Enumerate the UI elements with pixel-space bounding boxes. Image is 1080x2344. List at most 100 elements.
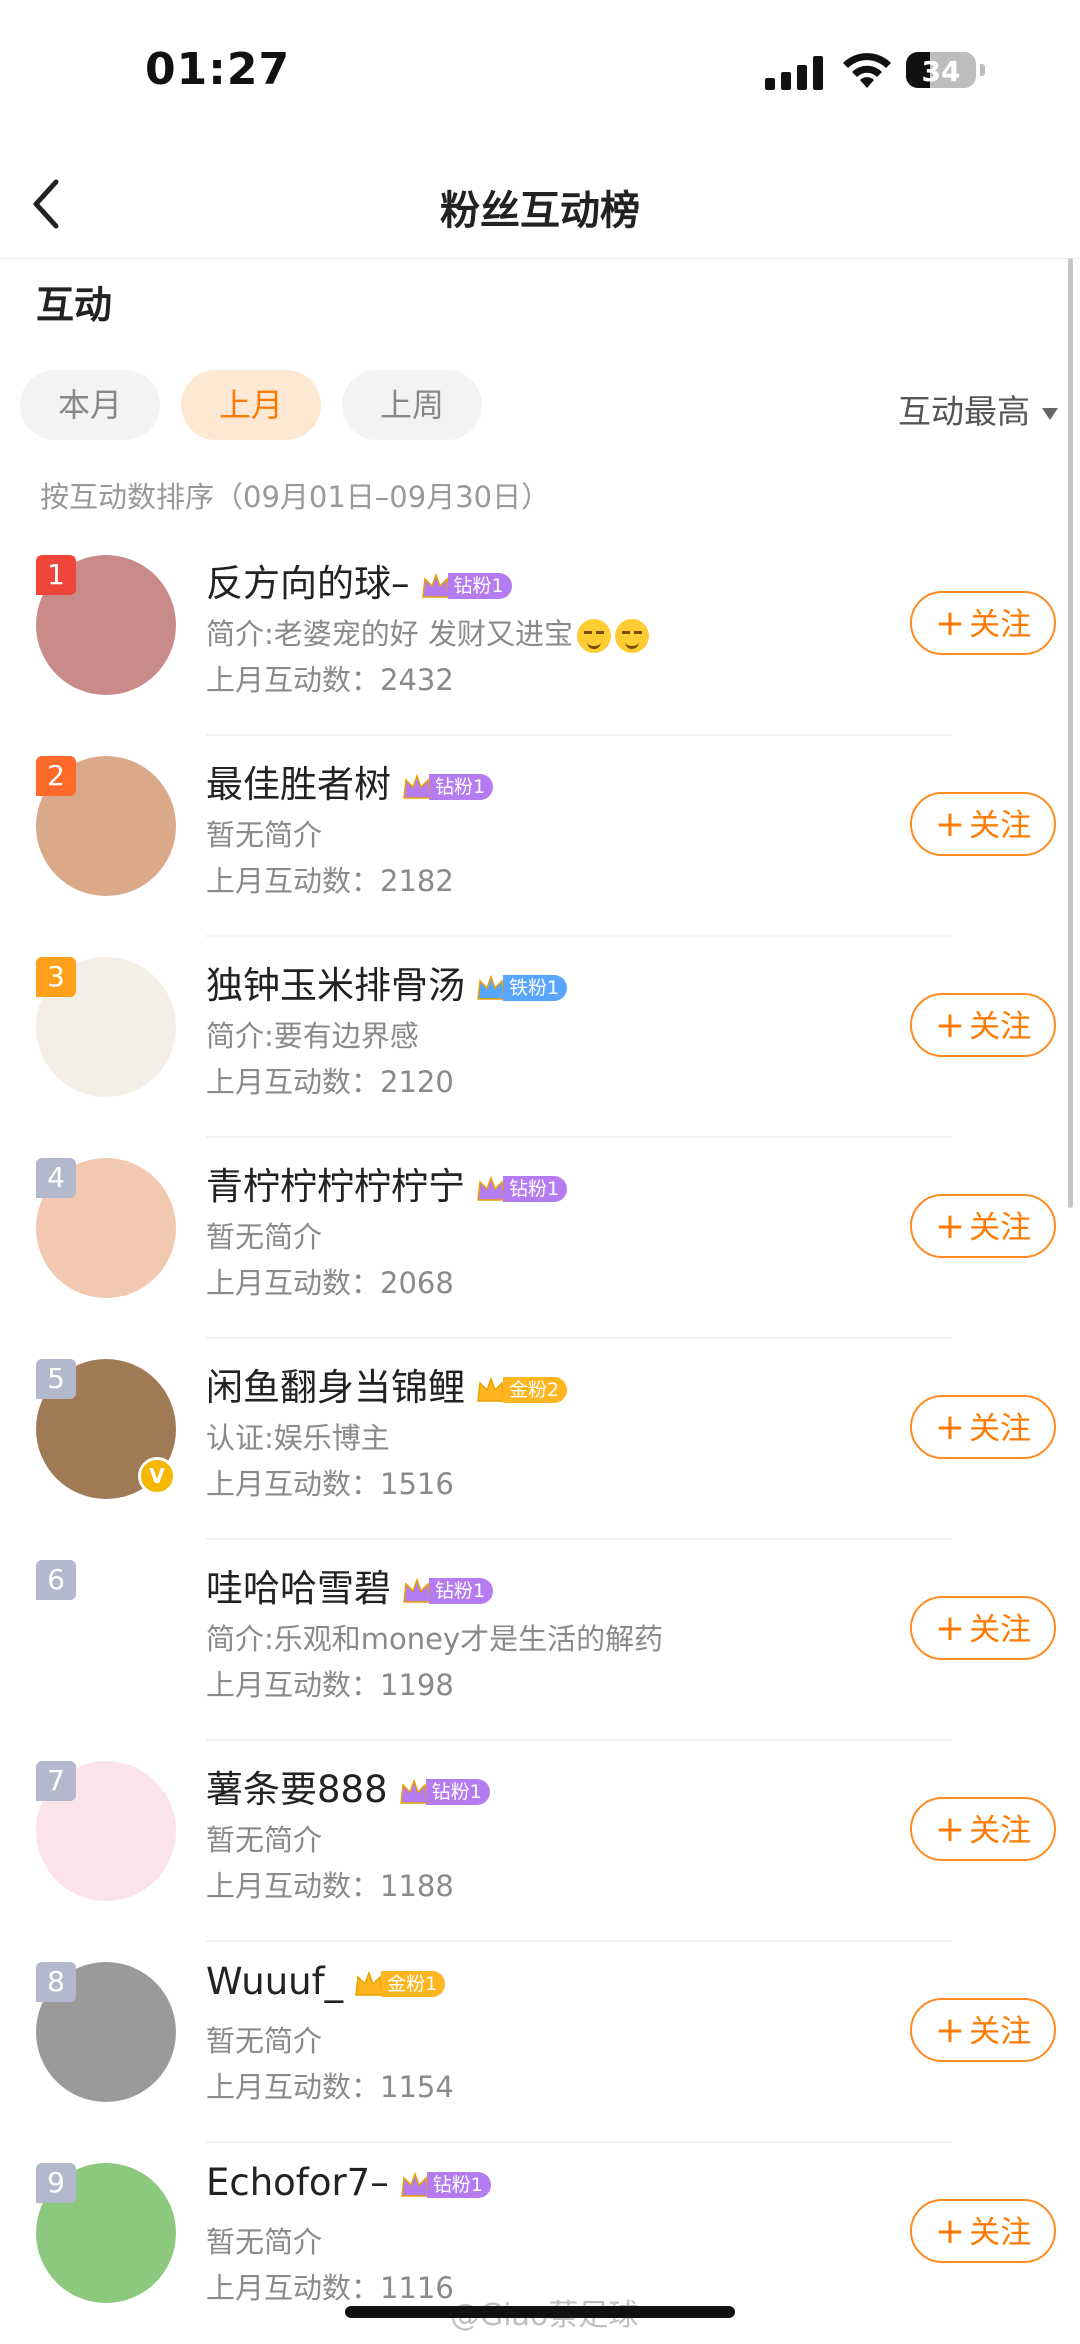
follow-button[interactable]: + 关注 [910,1797,1056,1861]
fan-level-label: 钻粉1 [425,1778,490,1805]
fan-name[interactable]: Echofor7– 钻粉1 [206,2161,491,2204]
interaction-count: 上月互动数：2432 [206,663,454,697]
sort-label: 互动最高 [898,392,1030,431]
page-title: 粉丝互动榜 [440,188,640,234]
fan-name-text: Echofor7– [206,2161,389,2204]
fan-bio-text: 暂无简介 [206,2225,323,2259]
follow-button[interactable]: + 关注 [910,591,1056,655]
follow-button[interactable]: + 关注 [910,2199,1056,2263]
follow-label: 关注 [969,808,1032,844]
rank-badge: 2 [36,756,76,796]
plus-icon: + [934,804,966,845]
fan-name[interactable]: 独钟玉米排骨汤 铁粉1 [206,955,568,1009]
fan-row[interactable]: 1 反方向的球– 钻粉1 简介:老婆宠的好 发财又进宝上月互动数：2432 + 关注 [0,535,1080,736]
follow-label: 关注 [969,1612,1032,1648]
fan-name[interactable]: 反方向的球– 钻粉1 [206,553,512,607]
fan-level-badge: 铁粉1 [475,973,568,1003]
fan-bio: 暂无简介 [206,2219,322,2261]
fan-level-badge: 钻粉1 [398,1777,490,1807]
fan-name-text: 最佳胜者树 [206,763,391,806]
nav-bar: 粉丝互动榜 [0,150,1080,259]
battery-tip [980,64,985,76]
fan-name[interactable]: 闲鱼翻身当锦鲤 金粉2 [206,1357,568,1411]
follow-label: 关注 [969,1009,1032,1045]
fan-level-label: 钻粉1 [447,572,512,599]
fan-row[interactable]: 3 独钟玉米排骨汤 铁粉1 简介:要有边界感上月互动数：2120 + 关注 [0,937,1080,1138]
rank-badge: 6 [36,1560,76,1600]
plus-icon: + [934,1206,966,1247]
fan-level-label: 铁粉1 [503,974,568,1001]
follow-button[interactable]: + 关注 [910,993,1056,1057]
rank-badge: 4 [36,1158,76,1198]
cellular-signal-icon [765,56,825,90]
follow-button[interactable]: + 关注 [910,792,1056,856]
tab-this-month[interactable]: 本月 [20,370,160,440]
section-title: 互动 [36,283,113,327]
follow-button[interactable]: + 关注 [910,1395,1056,1459]
fan-name[interactable]: 哇哈哈雪碧 钻粉1 [206,1558,494,1612]
fan-bio: 简介:老婆宠的好 发财又进宝 [206,611,649,653]
fan-name-text: 反方向的球– [206,562,410,605]
follow-label: 关注 [969,1411,1032,1447]
fan-bio-text: 认证:娱乐博主 [206,1421,390,1455]
rank-badge: 9 [36,2163,76,2203]
follow-label: 关注 [969,2215,1032,2251]
plus-icon: + [934,1005,966,1046]
follow-button[interactable]: + 关注 [910,1194,1056,1258]
fan-level-label: 金粉2 [503,1376,568,1403]
follow-button[interactable]: + 关注 [910,1596,1056,1660]
fan-row[interactable]: 7 薯条要888 钻粉1 暂无简介 上月互动数：1188 + 关注 [0,1741,1080,1942]
fan-bio: 暂无简介 [206,2018,322,2060]
plus-icon: + [934,603,966,644]
fan-name-text: Wuuuf_ [206,1960,344,2003]
follow-button[interactable]: + 关注 [910,1998,1056,2062]
rank-badge: 3 [36,957,76,997]
fan-bio: 暂无简介 [206,812,322,854]
fan-name[interactable]: 青柠柠柠柠柠宁 钻粉1 [206,1156,568,1210]
plus-icon: + [934,2211,966,2252]
fan-row[interactable]: 8 Wuuuf_ 金粉1 暂无简介 上月互动数：1154 + 关注 [0,1942,1080,2143]
crown-icon [421,572,450,598]
fan-bio: 简介:要有边界感 [206,1013,419,1055]
follow-label: 关注 [969,2014,1032,2050]
fan-level-badge: 钻粉1 [399,2170,491,2200]
fan-level-label: 金粉1 [381,1970,446,1997]
sort-description: 按互动数排序（09月01日–09月30日） [40,480,551,514]
scrollbar[interactable] [1068,258,1073,1208]
fan-name-text: 青柠柠柠柠柠宁 [206,1165,465,1208]
fan-name[interactable]: 薯条要888 钻粉1 [206,1759,490,1813]
interaction-count: 上月互动数：1116 [206,2271,454,2305]
crown-icon [399,1778,428,1804]
rank-badge: 7 [36,1761,76,1801]
fan-row[interactable]: 2 最佳胜者树 钻粉1 暂无简介 上月互动数：2182 + 关注 [0,736,1080,937]
follow-label: 关注 [969,1813,1032,1849]
fan-name[interactable]: 最佳胜者树 钻粉1 [206,754,494,808]
tab-last-month[interactable]: 上月 [181,370,321,440]
sort-dropdown[interactable]: 互动最高 [898,385,1058,433]
fan-bio: 认证:娱乐博主 [206,1415,390,1457]
wifi-icon [843,53,891,88]
tab-last-week[interactable]: 上周 [342,370,482,440]
fan-level-label: 钻粉1 [426,2171,491,2198]
fan-level-label: 钻粉1 [429,1577,494,1604]
smirk-emoji-icon [577,619,611,653]
caret-down-icon [1042,407,1058,420]
fan-bio: 简介:乐观和money才是生活的解药 [206,1616,663,1658]
fan-row[interactable]: 6 哇哈哈雪碧 钻粉1 简介:乐观和money才是生活的解药上月互动数：1198 + 关注 [0,1540,1080,1741]
fan-name-text: 闲鱼翻身当锦鲤 [206,1366,465,1409]
rank-badge: 5 [36,1359,76,1399]
fan-level-badge: 钻粉1 [475,1174,568,1204]
rank-badge: 1 [36,555,76,595]
interaction-count: 上月互动数：2120 [206,1065,454,1099]
interaction-count: 上月互动数：1198 [206,1668,454,1702]
fan-row[interactable]: 5 V 闲鱼翻身当锦鲤 金粉2 认证:娱乐博主 上月互动数：1516 + 关注 [0,1339,1080,1540]
fan-bio: 暂无简介 [206,1817,322,1859]
fan-level-badge: 钻粉1 [401,1576,494,1606]
battery-icon: 34 [906,52,976,88]
fan-name[interactable]: Wuuuf_ 金粉1 [206,1960,446,2003]
fan-row[interactable]: 4 青柠柠柠柠柠宁 钻粉1 暂无简介上月互动数：2068 + 关注 [0,1138,1080,1339]
fan-bio-text: 暂无简介 [206,1220,323,1254]
interaction-count: 上月互动数：2068 [206,1266,454,1300]
status-time: 01:27 [145,44,291,95]
interaction-count: 上月互动数：1154 [206,2070,454,2104]
